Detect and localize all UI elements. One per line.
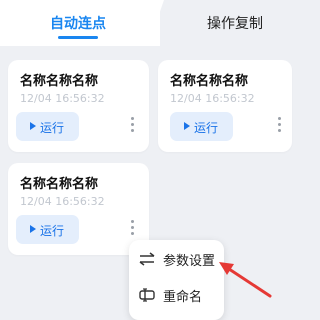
card-title: 名称名称名称 — [20, 177, 99, 192]
tab-auto-click[interactable]: 自动连点 — [50, 13, 106, 33]
card-timestamp: 12/04 16:56:32 — [20, 92, 105, 105]
run-button[interactable]: 运行 — [16, 215, 79, 244]
run-label: 运行 — [194, 121, 219, 135]
menu-item-rename[interactable]: 重命名 — [139, 280, 219, 310]
card-title: 名称名称名称 — [170, 74, 249, 89]
active-tab-slant — [148, 0, 164, 46]
run-button[interactable]: 运行 — [170, 112, 233, 141]
run-label: 运行 — [40, 224, 65, 238]
card-timestamp: 12/04 16:56:32 — [20, 195, 105, 208]
script-card[interactable]: 名称名称名称 12/04 16:56:32 运行 — [8, 60, 149, 152]
active-tab-indicator — [58, 36, 98, 39]
card-timestamp: 12/04 16:56:32 — [170, 92, 255, 105]
more-options-icon[interactable] — [278, 117, 282, 135]
run-button[interactable]: 运行 — [16, 112, 79, 141]
menu-item-label: 参数设置 — [163, 254, 216, 269]
context-menu: 参数设置 重命名 — [129, 240, 224, 320]
tab-bar: 自动连点 操作复制 — [0, 0, 300, 46]
settings-sliders-icon — [139, 252, 155, 266]
card-title: 名称名称名称 — [20, 74, 99, 89]
rename-icon — [139, 288, 155, 302]
more-options-icon[interactable] — [131, 220, 135, 238]
more-options-icon[interactable] — [131, 117, 135, 135]
play-icon — [30, 225, 36, 233]
run-label: 运行 — [40, 121, 65, 135]
play-icon — [30, 122, 36, 130]
tab-operation-copy[interactable]: 操作复制 — [207, 13, 263, 33]
script-card[interactable]: 名称名称名称 12/04 16:56:32 运行 — [158, 60, 292, 152]
menu-item-parameter-settings[interactable]: 参数设置 — [139, 244, 219, 274]
play-icon — [184, 122, 190, 130]
menu-item-label: 重命名 — [163, 290, 203, 305]
script-card[interactable]: 名称名称名称 12/04 16:56:32 运行 — [8, 163, 149, 255]
